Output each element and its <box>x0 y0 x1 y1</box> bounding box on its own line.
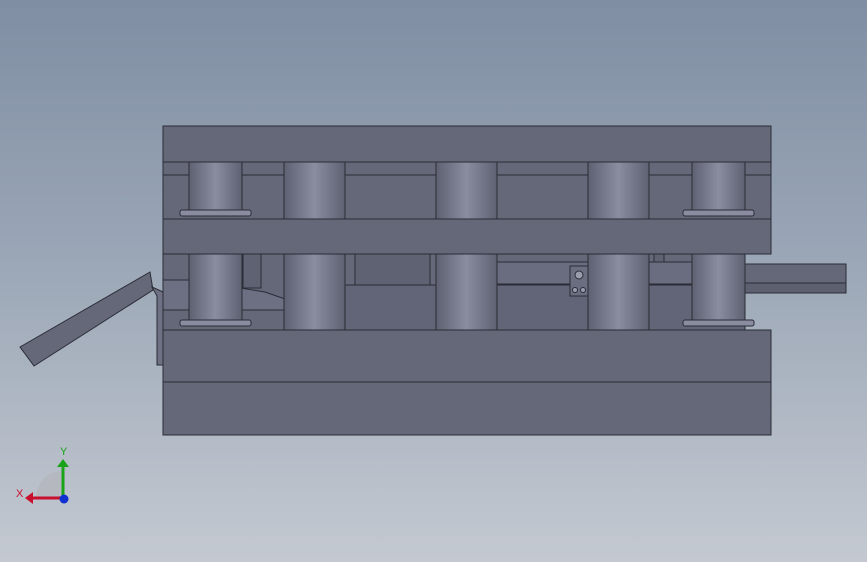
feed-chute <box>19 271 154 367</box>
die-block-center <box>354 253 431 286</box>
upper-collar-5 <box>682 209 755 217</box>
punch-plate <box>162 218 772 255</box>
bracket-screw <box>574 270 584 280</box>
upper-pillar-4 <box>587 161 650 220</box>
y-arrowhead <box>57 459 69 467</box>
lower-pillar-5 <box>691 253 746 323</box>
die-block-left <box>242 253 262 289</box>
chute-bracket <box>150 285 164 366</box>
upper-pillar-2 <box>283 161 346 220</box>
bracket-hole-1 <box>572 287 578 293</box>
nub <box>653 253 665 263</box>
lower-collar-1 <box>179 319 252 327</box>
lower-plate <box>162 329 772 383</box>
upper-pillar-5 <box>691 161 746 213</box>
upper-pillar-3 <box>435 161 498 220</box>
top-plate <box>162 125 772 163</box>
die-assembly-model[interactable] <box>19 125 847 436</box>
upper-pillar-1 <box>188 161 243 213</box>
z-axis-dot <box>59 494 69 504</box>
lower-pillar-3 <box>435 253 498 331</box>
upper-collar-1 <box>179 209 252 217</box>
lower-pillar-4 <box>587 253 650 331</box>
base-plate <box>162 381 772 436</box>
cad-viewport[interactable]: Y X <box>0 0 867 562</box>
lower-pillar-2 <box>283 253 346 331</box>
lower-pillar-1 <box>188 253 243 323</box>
lower-collar-5 <box>682 319 755 327</box>
x-axis-label: X <box>16 488 24 500</box>
y-axis-label: Y <box>60 446 68 458</box>
orientation-triad[interactable]: Y X <box>16 446 69 504</box>
triad-xy-plane <box>36 471 63 498</box>
strip-extension-lower <box>744 282 847 294</box>
bracket-hole-2 <box>580 287 586 293</box>
x-arrowhead <box>25 492 33 504</box>
